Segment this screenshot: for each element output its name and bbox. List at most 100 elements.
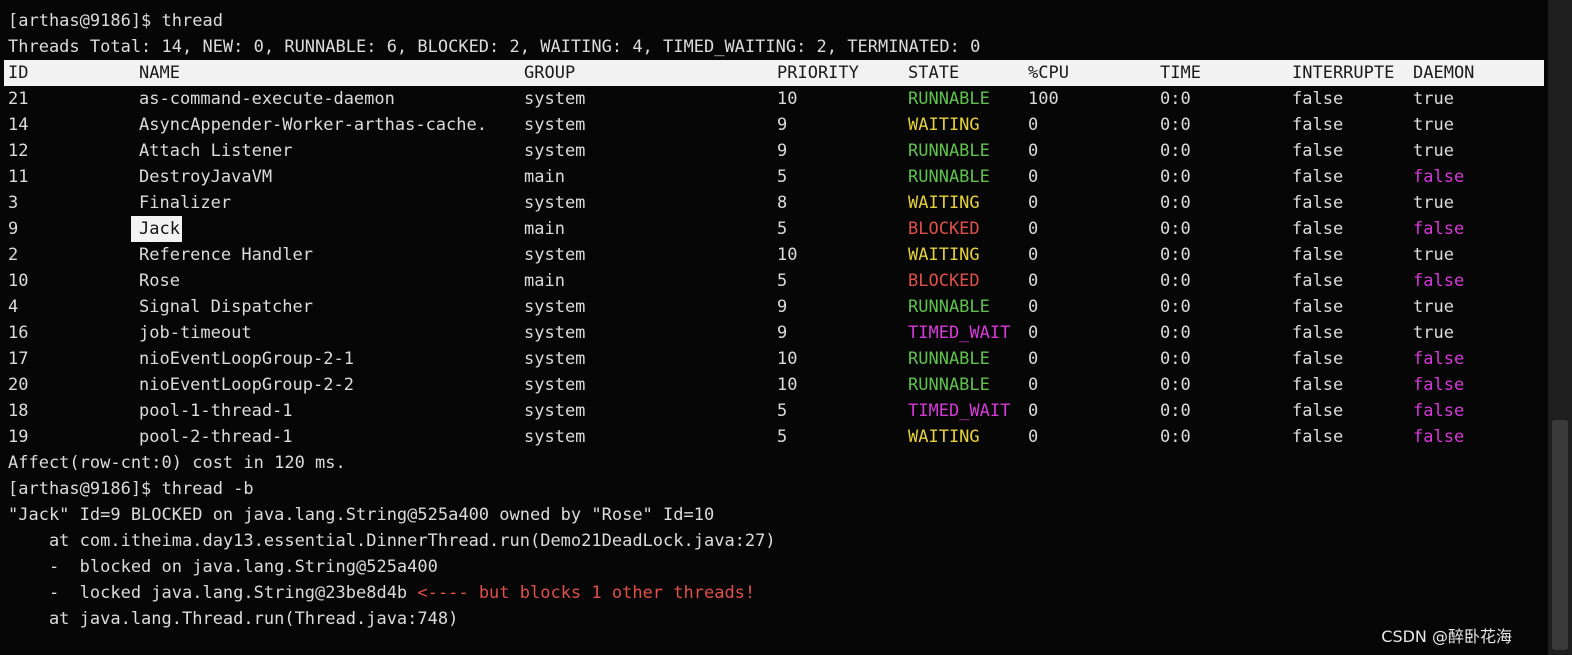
blocked-thread-header: "Jack" Id=9 BLOCKED on java.lang.String@…: [8, 505, 715, 525]
row-priority: 9: [777, 115, 788, 135]
header-state: STATE: [908, 63, 960, 83]
row-priority: 10: [777, 245, 798, 265]
row-id: 14: [8, 115, 29, 135]
row-name: pool-1-thread-1: [139, 401, 293, 421]
row-interrupted: false: [1292, 193, 1344, 213]
row-time: 0:0: [1160, 375, 1191, 395]
row-group: main: [524, 271, 565, 291]
row-name: nioEventLoopGroup-2-2: [139, 375, 354, 395]
row-state: TIMED_WAIT: [908, 401, 1011, 421]
row-cpu: 0: [1028, 297, 1039, 317]
row-daemon: false: [1413, 271, 1465, 291]
row-state: WAITING: [908, 245, 980, 265]
row-group: system: [524, 323, 586, 343]
row-cpu: 0: [1028, 115, 1039, 135]
row-cpu: 0: [1028, 401, 1039, 421]
row-group: system: [524, 141, 586, 161]
row-interrupted: false: [1292, 115, 1344, 135]
table-row: 19 pool-2-thread-1 system 5 WAITING 0 0:0 false…: [0, 424, 1548, 450]
row-daemon: false: [1413, 167, 1465, 187]
row-id: 21: [8, 89, 29, 109]
row-id: 17: [8, 349, 29, 369]
row-interrupted: false: [1292, 349, 1344, 369]
row-group: system: [524, 115, 586, 135]
table-row: 2 Reference Handler system 10 WAITING 0 0:0 fal…: [0, 242, 1548, 268]
row-cpu: 100: [1028, 89, 1059, 109]
row-name: AsyncAppender-Worker-arthas-cache.: [139, 115, 487, 135]
row-group: system: [524, 427, 586, 447]
row-state: RUNNABLE: [908, 141, 990, 161]
stack-trace-line: at java.lang.Thread.run(Thread.java:748): [8, 609, 459, 629]
row-cpu: 0: [1028, 375, 1039, 395]
row-name: Rose: [139, 271, 180, 291]
row-group: system: [524, 375, 586, 395]
command-prompt-thread-b: [arthas@9186]$ thread -b: [8, 479, 254, 499]
row-daemon: true: [1413, 141, 1454, 161]
table-row: 4 Signal Dispatcher system 9 RUNNABLE 0 0:0 fal…: [0, 294, 1548, 320]
row-cpu: 0: [1028, 427, 1039, 447]
row-name: job-timeout: [139, 323, 252, 343]
row-id: 11: [8, 167, 29, 187]
table-row: 18 pool-1-thread-1 system 5 TIMED_WAIT 0 0:0 fa…: [0, 398, 1548, 424]
row-interrupted: false: [1292, 271, 1344, 291]
row-time: 0:0: [1160, 141, 1191, 161]
row-priority: 10: [777, 349, 798, 369]
row-daemon: true: [1413, 245, 1454, 265]
row-name: Reference Handler: [139, 245, 313, 265]
row-state: RUNNABLE: [908, 89, 990, 109]
row-priority: 5: [777, 219, 788, 239]
threads-summary: Threads Total: 14, NEW: 0, RUNNABLE: 6, …: [8, 37, 981, 57]
row-state: RUNNABLE: [908, 349, 990, 369]
row-interrupted: false: [1292, 375, 1344, 395]
lock-text: - locked java.lang.String@23be8d4b: [8, 583, 418, 603]
table-row: 17 nioEventLoopGroup-2-1 system 10 RUNNABLE 0…: [0, 346, 1548, 372]
row-interrupted: false: [1292, 427, 1344, 447]
scrollbar[interactable]: [1548, 0, 1572, 655]
row-priority: 5: [777, 271, 788, 291]
row-name: nioEventLoopGroup-2-1: [139, 349, 354, 369]
row-state: RUNNABLE: [908, 375, 990, 395]
row-priority: 10: [777, 89, 798, 109]
row-name: pool-2-thread-1: [139, 427, 293, 447]
row-daemon: true: [1413, 193, 1454, 213]
header-daemon: DAEMON: [1413, 63, 1475, 83]
row-id: 3: [8, 193, 19, 213]
row-name: Finalizer: [139, 193, 232, 213]
row-time: 0:0: [1160, 401, 1191, 421]
stack-trace-line: at com.itheima.day13.essential.DinnerThr…: [8, 531, 776, 551]
row-state: WAITING: [908, 427, 980, 447]
row-daemon: true: [1413, 297, 1454, 317]
table-row: 21 as-command-execute-daemon system 10 RUNNA…: [0, 86, 1548, 112]
table-row: 20 nioEventLoopGroup-2-2 system 10 RUNNABLE 0…: [0, 372, 1548, 398]
table-header: ID NAME GROUP PRIORITY STATE %CPU TIME I…: [4, 60, 1544, 86]
header-cpu: %CPU: [1028, 63, 1069, 83]
row-priority: 5: [777, 167, 788, 187]
row-time: 0:0: [1160, 193, 1191, 213]
row-state: WAITING: [908, 115, 980, 135]
row-priority: 9: [777, 323, 788, 343]
row-daemon: true: [1413, 323, 1454, 343]
blocks-warning: <---- but blocks 1 other threads!: [417, 583, 756, 603]
row-state: RUNNABLE: [908, 297, 990, 317]
row-priority: 9: [777, 141, 788, 161]
terminal-window[interactable]: [arthas@9186]$ thread Threads Total: 14,…: [0, 0, 1548, 655]
row-id: 18: [8, 401, 29, 421]
watermark: CSDN @醉卧花海: [1381, 627, 1512, 646]
header-priority: PRIORITY: [777, 63, 859, 83]
table-row: 12 Attach Listener system 9 RUNNABLE 0 0:0 fals…: [0, 138, 1548, 164]
scrollbar-thumb[interactable]: [1552, 420, 1568, 650]
affect-line: Affect(row-cnt:0) cost in 120 ms.: [8, 453, 346, 473]
row-daemon: false: [1413, 427, 1465, 447]
row-priority: 9: [777, 297, 788, 317]
row-interrupted: false: [1292, 167, 1344, 187]
row-id: 9: [8, 219, 19, 239]
row-time: 0:0: [1160, 349, 1191, 369]
row-cpu: 0: [1028, 323, 1039, 343]
row-group: system: [524, 401, 586, 421]
header-id: ID: [8, 63, 29, 83]
row-priority: 5: [777, 427, 788, 447]
table-row: 10 Rose main 5 BLOCKED 0 0:0 false false: [0, 268, 1548, 294]
row-state: WAITING: [908, 193, 980, 213]
row-daemon: false: [1413, 219, 1465, 239]
row-group: main: [524, 219, 565, 239]
